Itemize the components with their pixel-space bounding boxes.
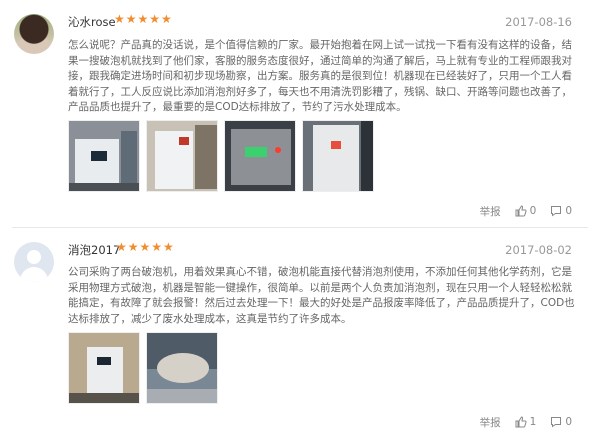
report-button[interactable]: 举报 <box>480 204 501 219</box>
username[interactable]: 消泡2017 <box>68 242 120 258</box>
thumbs-up-icon <box>515 416 527 428</box>
like-button[interactable]: 1 <box>515 416 537 428</box>
rating-stars: ★★★★★ <box>116 240 175 254</box>
comment-button[interactable]: 0 <box>550 416 572 428</box>
review-photo[interactable] <box>68 332 140 404</box>
review-photo[interactable] <box>302 120 374 192</box>
review-photo[interactable] <box>146 120 218 192</box>
review-card: 沁水rose ★★★★★ 2017-08-16 怎么说呢？产品真的没话说，是个值… <box>0 0 600 226</box>
like-button[interactable]: 0 <box>515 205 537 217</box>
comment-count: 0 <box>565 205 572 217</box>
username[interactable]: 沁水rose <box>68 14 116 30</box>
comment-bubble-icon <box>551 206 562 217</box>
comment-button[interactable]: 0 <box>550 205 572 217</box>
review-actions: 举报 0 0 <box>480 203 572 219</box>
review-actions: 举报 1 0 <box>480 414 572 430</box>
review-photo[interactable] <box>68 120 140 192</box>
like-count: 0 <box>529 205 537 217</box>
report-button[interactable]: 举报 <box>480 415 501 430</box>
review-text: 公司采购了两台破泡机，用着效果真心不错，破泡机能直接代替消泡剂使用，不添加任何其… <box>68 266 575 325</box>
review-card: 消泡2017 ★★★★★ 2017-08-02 公司采购了两台破泡机，用着效果真… <box>0 228 600 438</box>
avatar[interactable] <box>14 14 54 54</box>
rating-stars: ★★★★★ <box>114 12 173 26</box>
review-date: 2017-08-02 <box>505 243 572 257</box>
review-photo[interactable] <box>224 120 296 192</box>
review-photo[interactable] <box>146 332 218 404</box>
avatar[interactable] <box>14 242 54 282</box>
review-date: 2017-08-16 <box>505 15 572 29</box>
comment-bubble-icon <box>551 417 562 428</box>
review-text: 怎么说呢？产品真的没话说，是个值得信赖的厂家。最开始抱着在网上试一试找一下看有没… <box>68 39 572 114</box>
comment-count: 0 <box>565 416 572 428</box>
thumbs-up-icon <box>515 205 527 217</box>
like-count: 1 <box>529 416 537 428</box>
